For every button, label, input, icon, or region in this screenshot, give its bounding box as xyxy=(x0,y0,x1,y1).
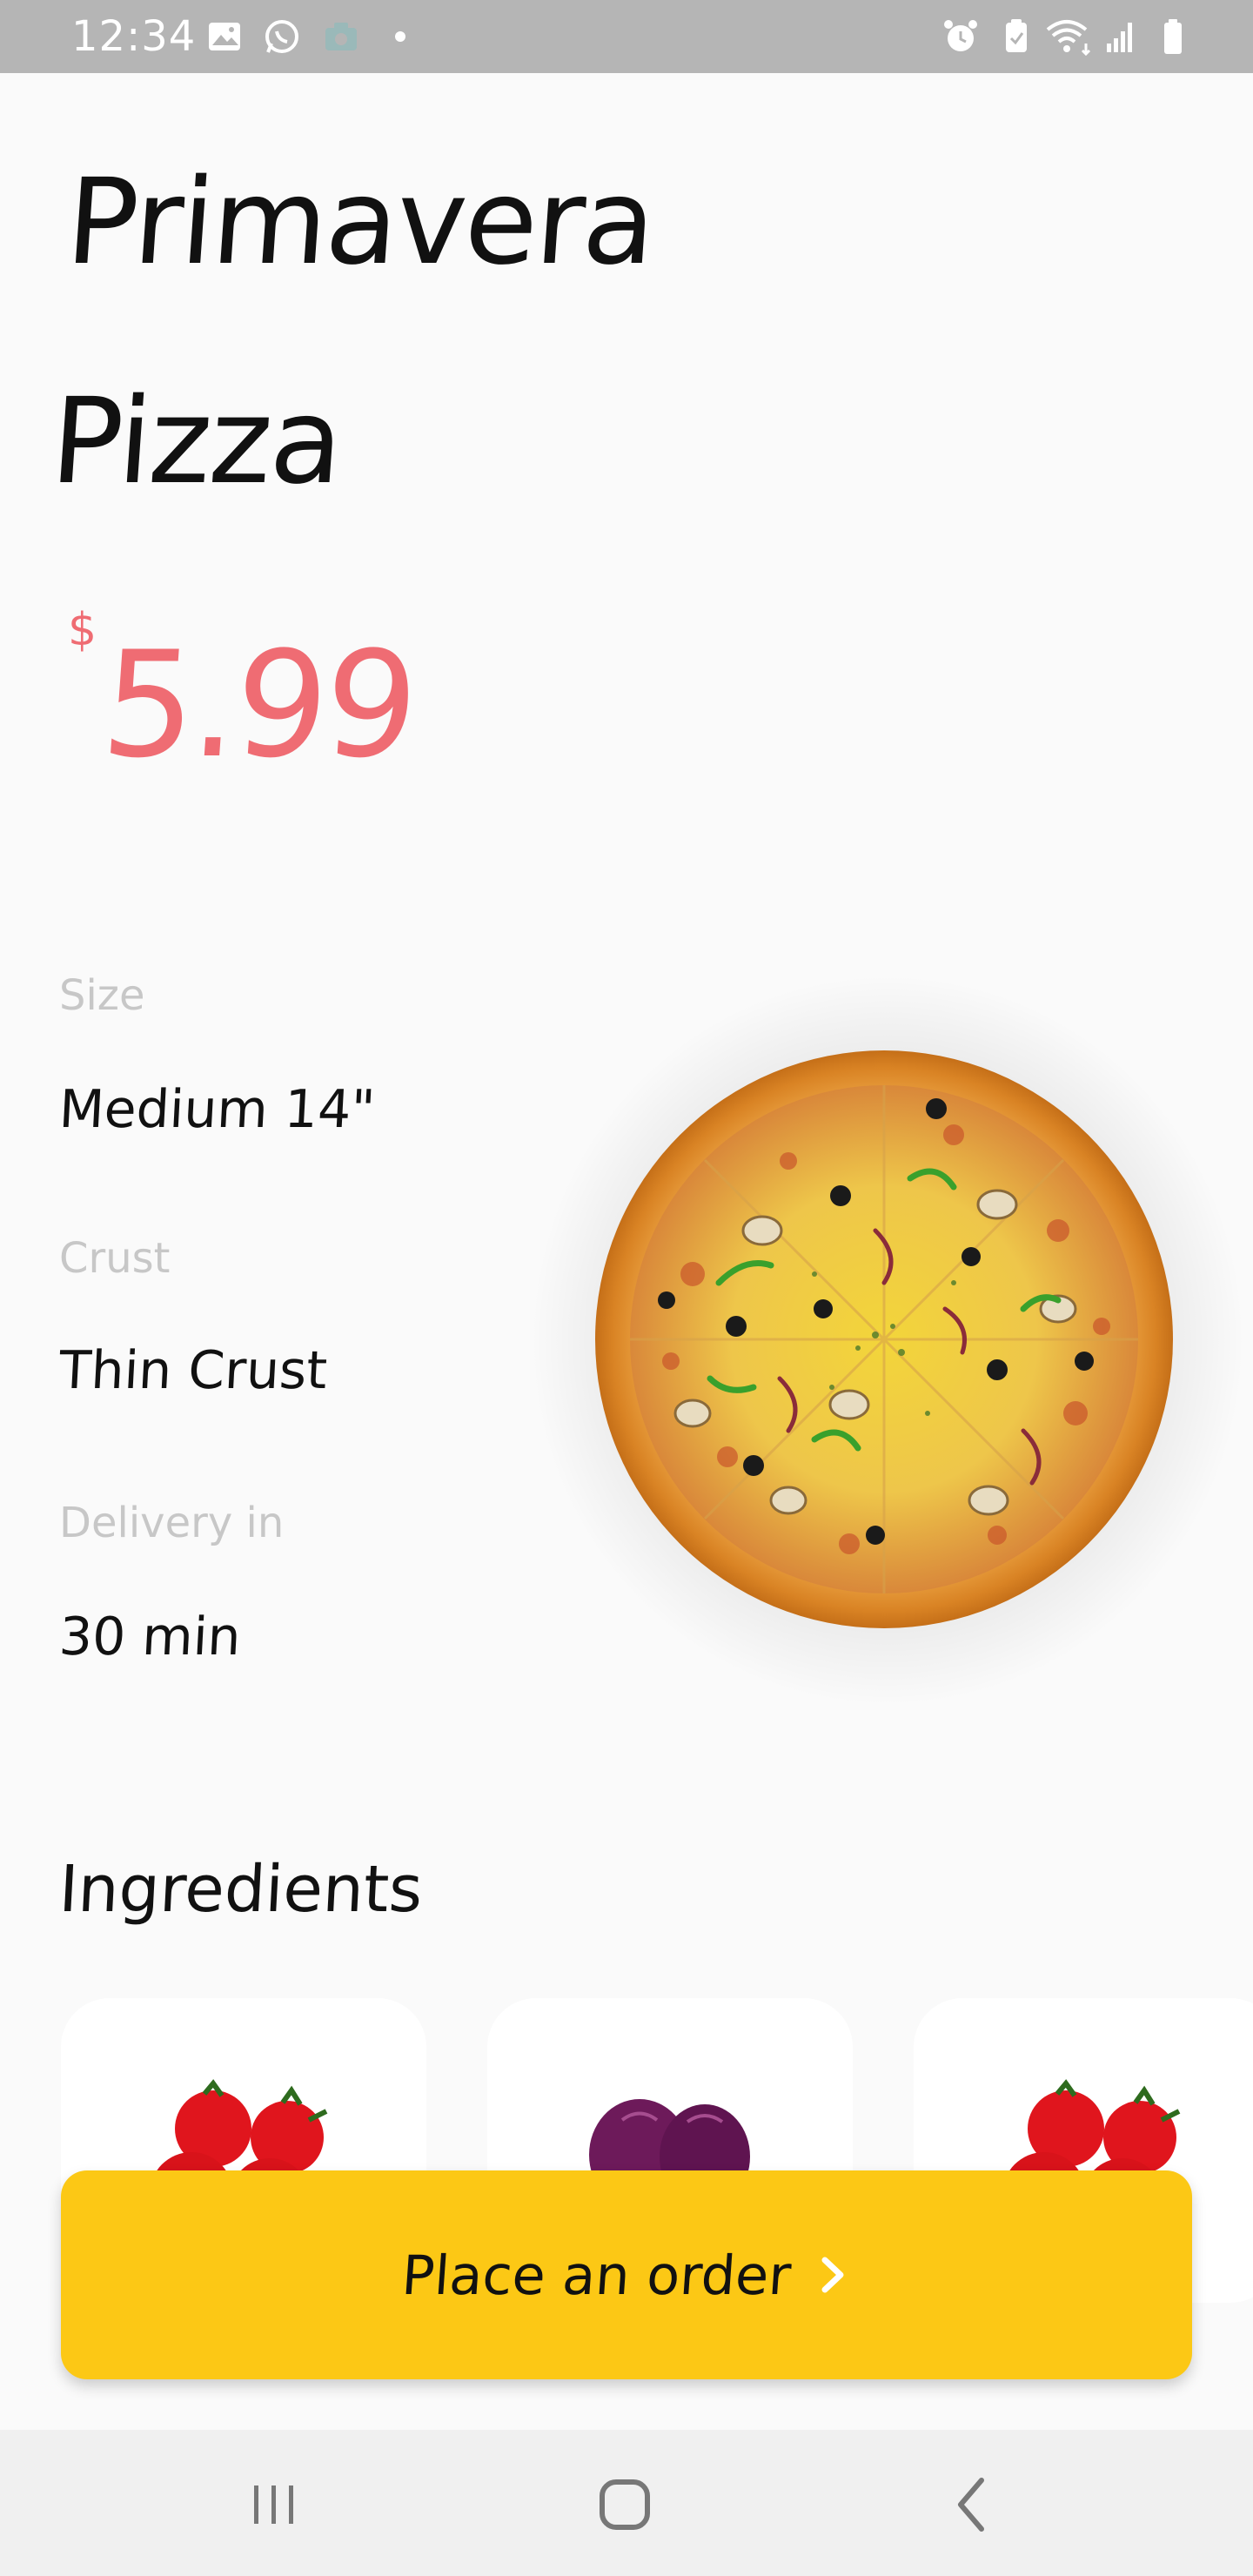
crust-label: Crust xyxy=(59,1234,171,1283)
delivery-value: 30 min xyxy=(57,1607,243,1667)
product-title-line1: Primavera xyxy=(62,154,659,292)
status-bar: 12:34 xyxy=(0,0,1253,73)
whatsapp-icon xyxy=(265,20,298,53)
wifi-icon xyxy=(1046,20,1091,56)
dot-icon xyxy=(395,31,405,42)
size-label: Size xyxy=(59,971,145,1020)
price-currency: $ xyxy=(68,604,97,656)
ingredients-title: Ingredients xyxy=(57,1852,425,1927)
size-value: Medium 14" xyxy=(57,1079,377,1140)
product-title: Primavera Pizza xyxy=(44,113,857,552)
chevron-right-icon xyxy=(821,2257,844,2293)
signal-icon xyxy=(1107,23,1132,52)
status-time: 12:34 xyxy=(71,12,197,61)
back-icon[interactable] xyxy=(936,2468,1009,2541)
battery-icon xyxy=(1164,19,1182,54)
delivery-label: Delivery in xyxy=(59,1499,285,1547)
pizza-detail-screen: 12:34 Primavera Pizza $ 5.99 Size Medium… xyxy=(0,0,1253,2576)
price-value: 5.99 xyxy=(97,620,420,790)
battery-saver-icon xyxy=(1006,19,1027,52)
recent-apps-icon[interactable] xyxy=(237,2468,310,2541)
place-order-button[interactable]: Place an order xyxy=(61,2170,1192,2379)
system-nav-bar xyxy=(0,2430,1253,2576)
crust-value: Thin Crust xyxy=(57,1340,329,1401)
home-icon[interactable] xyxy=(588,2468,661,2541)
place-order-label: Place an order xyxy=(399,2243,793,2307)
alarm-icon xyxy=(944,20,977,51)
pizza-image xyxy=(595,1050,1173,1628)
gallery-icon xyxy=(209,23,240,50)
camera-icon xyxy=(325,23,357,50)
product-title-line2: Pizza xyxy=(46,373,346,511)
